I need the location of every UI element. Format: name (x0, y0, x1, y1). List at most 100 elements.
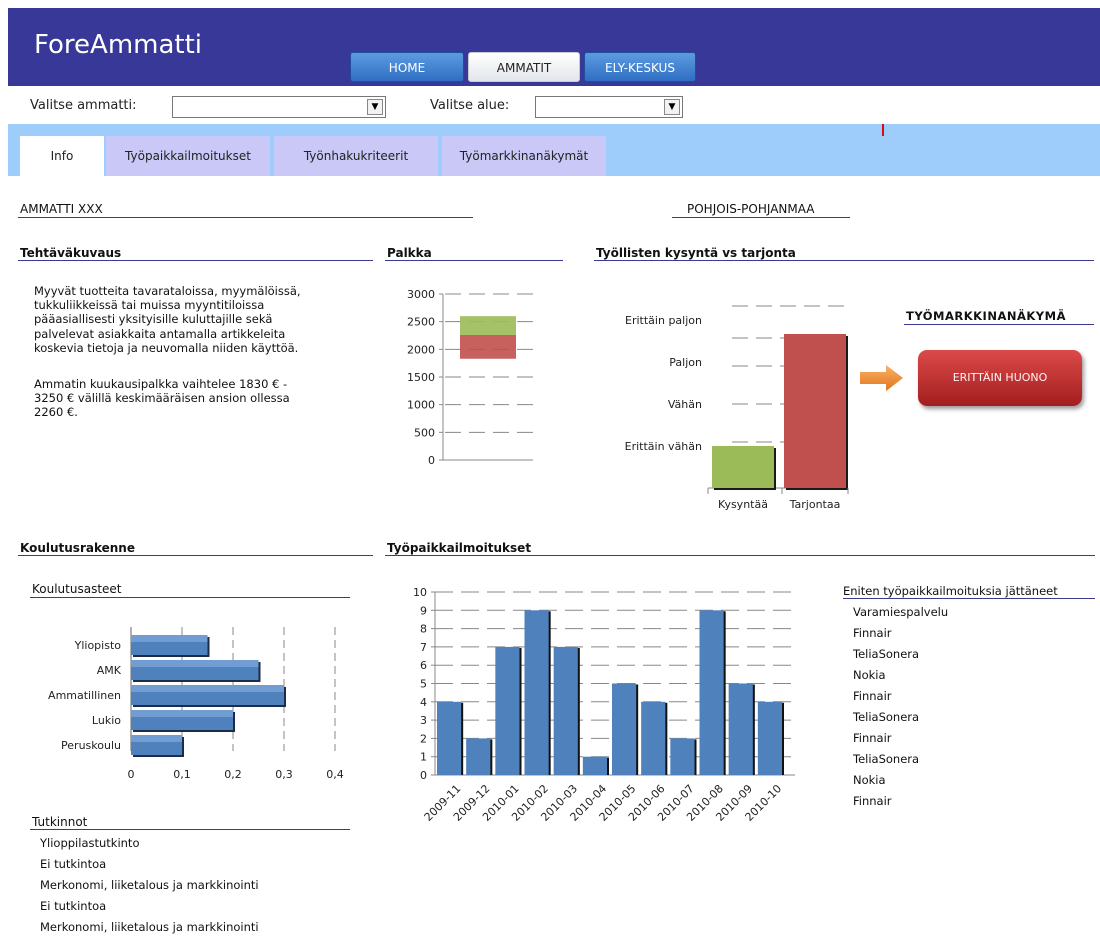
bar-2010-06 (641, 701, 666, 775)
occupation-name: AMMATTI XXX (20, 202, 103, 216)
tyomarkkina-heading: TYÖMARKKINANÄKYMÄ (906, 309, 1066, 323)
degree-item: Merkonomi, liiketalous ja markkinointi (40, 878, 259, 892)
salary-line: 2260 €. (34, 405, 78, 420)
y-tick-label: 2000 (407, 343, 435, 356)
x-tick-label: 0,1 (173, 768, 191, 781)
tab-info[interactable]: Info (20, 136, 104, 176)
employer-item: Finnair (853, 689, 892, 703)
description-line: koskevia tietoja ja neuvomalla niiden kä… (34, 340, 299, 355)
bar-2010-02 (524, 610, 549, 775)
divider (18, 555, 373, 556)
tyopaikkailmoitukset-chart: 0123456789102009-112009-122010-012010-02… (413, 586, 795, 824)
y-tick-label: 0 (428, 454, 435, 467)
y-tick-label: Erittäin vähän (625, 440, 702, 453)
y-tick-label: 1 (420, 751, 427, 764)
bar-2010-01 (495, 646, 520, 775)
chevron-down-icon[interactable]: ▼ (367, 99, 383, 115)
tehtavakuvaus-heading: Tehtäväkuvaus (20, 246, 122, 260)
employer-item: Finnair (853, 626, 892, 640)
tutkinnot-heading: Tutkinnot (32, 815, 88, 829)
alue-select[interactable]: ▼ (535, 96, 683, 118)
y-tick-label: Paljon (669, 356, 702, 369)
bar-2010-03 (553, 646, 578, 775)
employer-item: TeliaSonera (853, 647, 920, 661)
salary-paragraph: Ammatin kuukausipalkka vaihtelee 1830 € … (34, 377, 364, 420)
salary-line: Ammatin kuukausipalkka vaihtelee 1830 € … (34, 377, 288, 391)
y-tick-label: 10 (413, 586, 427, 599)
tab-bar: Info Työpaikkailmoitukset Työnhakukritee… (8, 124, 1100, 176)
y-tick-label: Erittäin paljon (625, 314, 702, 327)
y-tick-label: Vähän (668, 398, 702, 411)
bar-tarjontaa (784, 334, 846, 488)
y-tick-label: 4 (420, 696, 427, 709)
bar-2010-08 (699, 610, 724, 775)
degree-item: Ylioppilastutkinto (40, 836, 140, 850)
bar-highlight (131, 660, 259, 667)
nav-home-button[interactable]: HOME (350, 52, 464, 82)
y-tick-label: Ammatillinen (48, 689, 121, 702)
x-tick-label: Kysyntää (718, 498, 768, 511)
y-tick-label: 9 (420, 604, 427, 617)
degree-item: Ei tutkintoa (40, 899, 107, 913)
y-tick-label: AMK (97, 664, 122, 677)
divider (30, 829, 350, 830)
market-status-badge[interactable]: ERITTÄIN HUONO (918, 350, 1082, 406)
bar-2010-05 (612, 683, 637, 775)
divider (672, 217, 850, 218)
tab-tyomarkkinanakymat[interactable]: Työmarkkinanäkymät (442, 136, 606, 176)
x-tick-label: 0 (128, 768, 135, 781)
y-tick-label: 7 (420, 641, 427, 654)
alue-label: Valitse alue: (430, 98, 510, 113)
divider (385, 260, 563, 261)
employer-item: Nokia (853, 668, 886, 682)
divider (30, 597, 350, 598)
y-tick-label: 1500 (407, 371, 435, 384)
koulutusasteet-title: Koulutusasteet (32, 582, 122, 596)
top-banner: ForeAmmatti HOME AMMATIT ELY-KESKUS (8, 8, 1100, 86)
x-tick-label: 0,3 (275, 768, 293, 781)
kysynta-heading: Työllisten kysyntä vs tarjonta (596, 246, 796, 260)
divider (18, 260, 373, 261)
x-tick-label: 0,2 (224, 768, 242, 781)
description-line: palvelevat asiakkaita antamalla artikkel… (34, 326, 286, 341)
bar-highlight (131, 710, 233, 717)
tyopaikat-heading: Työpaikkailmoitukset (387, 541, 532, 555)
description-line: tukkuliikkeissä tai muissa myyntitiloiss… (34, 298, 265, 313)
description-line: pääasiallisesti yksityisille kuluttajill… (34, 312, 273, 327)
palkka-heading: Palkka (387, 246, 432, 260)
ammatti-select[interactable]: ▼ (172, 96, 386, 118)
salary-low-range-bar (460, 334, 516, 359)
y-tick-label: 3000 (407, 288, 435, 301)
y-tick-label: 500 (414, 426, 435, 439)
nav-ely-keskus-button[interactable]: ELY-KESKUS (584, 52, 696, 82)
tab-tyonhakukriteerit[interactable]: Työnhakukriteerit (274, 136, 438, 176)
description-line: Myyvät tuotteita tavarataloissa, myymälö… (34, 284, 301, 298)
salary-line: 3250 € välillä keskimääräisen ansion oll… (34, 391, 290, 406)
x-tick-label: 0,4 (326, 768, 344, 781)
kysynta-chart: Erittäin vähän Vähän Paljon Erittäin paljon… (625, 305, 849, 511)
employer-item: Finnair (853, 731, 892, 745)
region-name: POHJOIS-POHJANMAA (687, 202, 815, 216)
tab-tyopaikkailmoitukset[interactable]: Työpaikkailmoitukset (106, 136, 270, 176)
divider (843, 598, 1095, 599)
employers-heading: Eniten työpaikkailmoituksia jättäneet (843, 584, 1058, 598)
bar-2010-09 (728, 683, 753, 775)
y-tick-label: Peruskoulu (61, 739, 121, 752)
y-tick-label: Yliopisto (74, 639, 122, 652)
nav-ammatit-button[interactable]: AMMATIT (468, 52, 580, 82)
employer-item: Nokia (853, 773, 886, 787)
y-tick-label: 8 (420, 623, 427, 636)
y-tick-label: 0 (420, 769, 427, 782)
degree-item: Ei tutkintoa (40, 857, 107, 871)
divider (385, 555, 1095, 556)
bar-2010-07 (670, 738, 695, 775)
y-tick-label: 2500 (407, 316, 435, 329)
y-tick-label: 5 (420, 678, 427, 691)
bar-2009-11 (437, 701, 462, 775)
divider (904, 324, 1094, 325)
y-tick-label: 2 (420, 732, 427, 745)
chevron-down-icon[interactable]: ▼ (664, 99, 680, 115)
koulutusasteet-chart: 0 0,1 0,2 0,3 0,4 Yliopisto AMK Ammatillinen Luk… (48, 627, 344, 781)
koulutus-heading: Koulutusrakenne (20, 541, 135, 555)
salary-high-range-bar (460, 316, 516, 335)
